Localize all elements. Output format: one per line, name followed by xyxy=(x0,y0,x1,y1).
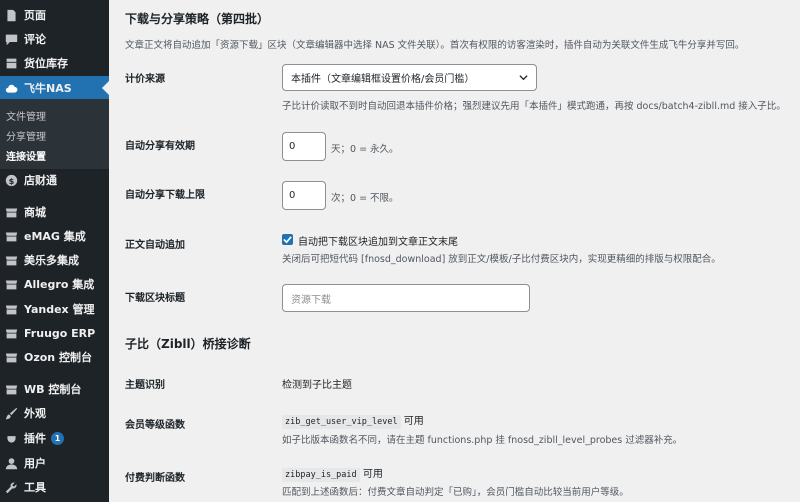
submenu-connection-settings[interactable]: 连接设置 xyxy=(6,148,46,163)
admin-sidebar: 页面 评论 货位库存 飞牛NAS 文件管理 分享管理 连接设置 $ 店财通 商城… xyxy=(0,0,109,502)
nav-plugins-label: 插件 xyxy=(24,432,46,445)
inventory-icon xyxy=(4,56,18,70)
dollar-icon: $ xyxy=(4,173,18,187)
nav-pages-label: 页面 xyxy=(24,9,46,22)
pricing-source-value: 本插件（文章编辑框设置价格/会员门槛） xyxy=(291,74,475,85)
nav-inventory[interactable]: 货位库存 xyxy=(0,52,109,74)
auto-append-checkbox-label[interactable]: 自动把下载区块追加到文章正文末尾 xyxy=(298,233,458,248)
vip-func-row: zib_get_user_vip_level 可用 xyxy=(282,412,424,429)
comment-icon xyxy=(4,32,18,46)
nav-allegro-label: Allegro 集成 xyxy=(24,278,95,291)
nav-feiniu-nas-label: 飞牛NAS xyxy=(24,82,72,95)
download-limit-label: 自动分享下载上限 xyxy=(125,190,205,201)
vip-func-status: 可用 xyxy=(403,416,424,427)
vip-func-help: 如子比版本函数名不同，请在主题 functions.php 挂 fnosd_zi… xyxy=(282,435,683,446)
pricing-source-label: 计价来源 xyxy=(125,74,165,85)
page-icon xyxy=(4,8,18,22)
nav-emag[interactable]: eMAG 集成 xyxy=(0,225,109,247)
store-icon xyxy=(4,326,18,340)
nav-ozon[interactable]: Ozon 控制台 xyxy=(0,346,109,368)
active-indicator xyxy=(102,81,109,95)
nav-fruugo-label: Fruugo ERP xyxy=(24,326,96,340)
nav-yandex[interactable]: Yandex 管理 xyxy=(0,298,109,320)
store-icon xyxy=(4,302,18,316)
pricing-source-help: 子比计价读取不到时自动回退本插件价格；强烈建议先用「本插件」模式跑通，再按 do… xyxy=(282,101,786,112)
plugin-icon xyxy=(4,431,18,445)
expiry-label: 自动分享有效期 xyxy=(125,141,195,152)
nav-tools-label: 工具 xyxy=(24,481,46,494)
paid-func-row: zibpay_is_paid 可用 xyxy=(282,465,383,482)
pricing-source-select[interactable]: 本插件（文章编辑框设置价格/会员门槛） xyxy=(282,64,537,91)
expiry-days-input[interactable]: 0 xyxy=(282,132,326,161)
nav-ozon-label: Ozon 控制台 xyxy=(24,351,92,364)
paid-func-status: 可用 xyxy=(362,469,383,480)
nav-dcaitong[interactable]: $ 店财通 xyxy=(0,169,109,191)
nav-wb-label: WB 控制台 xyxy=(24,383,82,396)
nav-comments[interactable]: 评论 xyxy=(0,28,109,50)
paid-func-help: 匹配到上述函数后：付费文章自动判定「已购」，会员门槛自动比较当前用户等级。 xyxy=(282,487,629,498)
download-limit-input[interactable]: 0 xyxy=(282,181,326,210)
section-title-zibll: 子比（Zibll）桥接诊断 xyxy=(125,337,251,351)
nav-plugins[interactable]: 插件 1 xyxy=(0,427,109,449)
expiry-suffix: 天；0 = 永久。 xyxy=(331,144,399,155)
nav-appearance[interactable]: 外观 xyxy=(0,402,109,424)
paid-func-label: 付费判断函数 xyxy=(125,473,185,484)
nav-appearance-label: 外观 xyxy=(24,407,46,420)
brush-icon xyxy=(4,406,18,420)
section-title-download-share: 下载与分享策略（第四批） xyxy=(125,12,270,26)
update-count-badge: 1 xyxy=(51,431,64,445)
nav-emag-label: eMAG 集成 xyxy=(24,230,86,243)
vip-func-label: 会员等级函数 xyxy=(125,420,185,431)
nav-inventory-label: 货位库存 xyxy=(24,57,68,70)
auto-append-checkbox[interactable] xyxy=(282,234,293,245)
nav-allegro[interactable]: Allegro 集成 xyxy=(0,273,109,295)
wrench-icon xyxy=(4,480,18,494)
store-icon xyxy=(4,253,18,267)
settings-main: 下载与分享策略（第四批） 文章正文将自动追加「资源下载」区块（文章编辑器中选择 … xyxy=(109,0,800,502)
nav-feiniu-nas[interactable]: 飞牛NAS xyxy=(0,76,109,100)
nav-users-label: 用户 xyxy=(24,457,46,470)
nav-dcaitong-label: 店财通 xyxy=(24,174,57,187)
nav-wb[interactable]: WB 控制台 xyxy=(0,378,109,400)
theme-detect-label: 主题识别 xyxy=(125,380,165,391)
svg-text:$: $ xyxy=(8,175,14,185)
nas-submenu: 文件管理 分享管理 连接设置 xyxy=(0,99,109,169)
block-title-label: 下载区块标题 xyxy=(125,293,185,304)
user-icon xyxy=(4,456,18,470)
submenu-shares[interactable]: 分享管理 xyxy=(6,128,46,143)
auto-append-label: 正文自动追加 xyxy=(125,240,185,251)
store-icon xyxy=(4,350,18,364)
store-icon xyxy=(4,277,18,291)
section-intro: 文章正文将自动追加「资源下载」区块（文章编辑器中选择 NAS 文件关联）。首次有… xyxy=(125,40,745,51)
nav-yandex-label: Yandex 管理 xyxy=(24,303,95,316)
store-icon xyxy=(4,229,18,243)
checkmark-icon xyxy=(283,236,292,244)
submenu-files[interactable]: 文件管理 xyxy=(6,108,46,123)
chevron-down-icon xyxy=(519,75,528,81)
nav-comments-label: 评论 xyxy=(24,33,46,46)
nav-shop[interactable]: 商城 xyxy=(0,201,109,223)
store-icon xyxy=(4,382,18,396)
vip-func-code: zib_get_user_vip_level xyxy=(282,415,401,429)
store-icon xyxy=(4,205,18,219)
nav-meileduo-label: 美乐多集成 xyxy=(24,254,79,267)
nav-users[interactable]: 用户 xyxy=(0,452,109,474)
nav-fruugo[interactable]: Fruugo ERP xyxy=(0,322,109,344)
auto-append-help: 关闭后可把短代码 [fnosd_download] 放到正文/模板/子比付费区块… xyxy=(282,254,721,265)
theme-detect-value: 检测到子比主题 xyxy=(282,380,352,391)
nav-meileduo[interactable]: 美乐多集成 xyxy=(0,249,109,271)
block-title-input[interactable]: 资源下载 xyxy=(282,284,530,312)
download-limit-suffix: 次；0 = 不限。 xyxy=(331,193,399,204)
nav-pages[interactable]: 页面 xyxy=(0,4,109,26)
nav-tools[interactable]: 工具 xyxy=(0,476,109,498)
paid-func-code: zibpay_is_paid xyxy=(282,468,360,482)
nav-shop-label: 商城 xyxy=(24,206,46,219)
cloud-icon xyxy=(4,81,18,95)
